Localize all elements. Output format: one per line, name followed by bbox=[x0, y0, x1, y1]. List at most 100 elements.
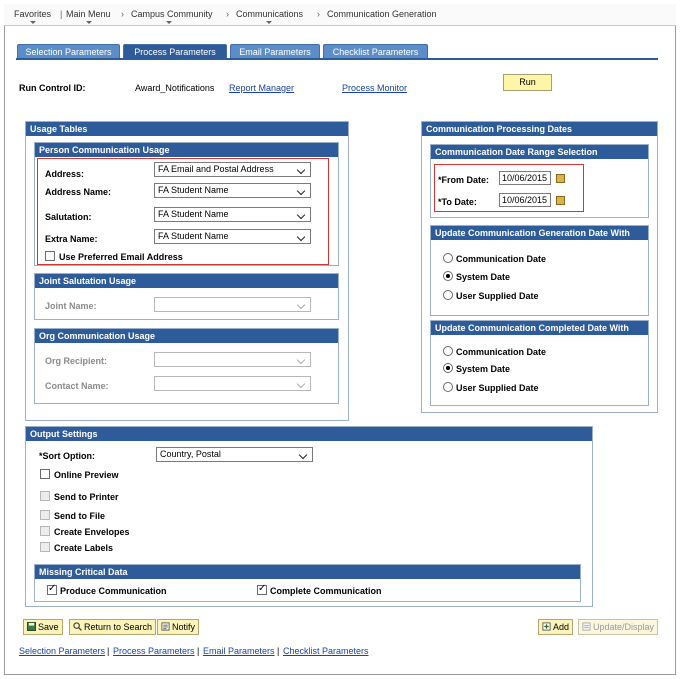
chevron-down-icon bbox=[86, 21, 92, 24]
report-manager-link[interactable]: Report Manager bbox=[229, 83, 294, 93]
crumb-favorites[interactable]: Favorites bbox=[14, 9, 51, 19]
sort-option-select[interactable]: Country, Postal bbox=[156, 447, 313, 462]
address-value: FA Email and Postal Address bbox=[158, 164, 274, 174]
tab-selection-parameters[interactable]: Selection Parameters bbox=[17, 44, 120, 59]
chevron-down-icon bbox=[266, 21, 272, 24]
generation-date-title: Update Communication Generation Date Wit… bbox=[431, 226, 648, 240]
send-to-file-label: Send to File bbox=[54, 511, 106, 521]
send-to-file-checkbox[interactable] bbox=[40, 510, 50, 520]
salutation-label: Salutation: bbox=[45, 212, 92, 222]
produce-communication-checkbox[interactable] bbox=[47, 583, 57, 595]
address-name-label: Address Name: bbox=[45, 187, 112, 197]
chevron-down-icon bbox=[298, 186, 307, 195]
add-button[interactable]: Add bbox=[538, 619, 574, 635]
to-date-input[interactable]: 10/06/2015 bbox=[499, 193, 551, 207]
notify-label: Notify bbox=[172, 622, 196, 632]
generation-system-date-radio[interactable] bbox=[443, 271, 453, 281]
generation-user-supplied-radio[interactable] bbox=[443, 290, 453, 300]
usage-tables-title: Usage Tables bbox=[26, 122, 348, 136]
chevron-down-icon bbox=[298, 379, 307, 388]
generation-date-group: Update Communication Generation Date Wit… bbox=[430, 225, 649, 316]
preferred-email-checkbox[interactable] bbox=[45, 251, 55, 261]
contact-name-select[interactable] bbox=[154, 376, 311, 391]
chevron-right-icon: › bbox=[121, 9, 124, 19]
create-envelopes-checkbox[interactable] bbox=[40, 526, 50, 536]
notify-icon bbox=[161, 622, 170, 631]
complete-communication-checkbox[interactable] bbox=[257, 583, 267, 595]
extra-name-label: Extra Name: bbox=[45, 234, 98, 244]
tab-underline bbox=[16, 58, 658, 60]
calendar-icon[interactable] bbox=[556, 196, 565, 205]
joint-salutation-title: Joint Salutation Usage bbox=[35, 274, 338, 288]
process-monitor-link[interactable]: Process Monitor bbox=[342, 83, 407, 93]
tab-email-parameters[interactable]: Email Parameters bbox=[230, 44, 320, 59]
create-envelopes-label: Create Envelopes bbox=[54, 527, 130, 537]
run-button[interactable]: Run bbox=[503, 74, 552, 91]
completed-date-group: Update Communication Completed Date With bbox=[430, 320, 649, 406]
online-preview-label: Online Preview bbox=[54, 470, 119, 480]
salutation-value: FA Student Name bbox=[158, 209, 229, 219]
crumb-main-menu[interactable]: Main Menu bbox=[66, 9, 111, 19]
return-to-search-label: Return to Search bbox=[84, 622, 153, 632]
save-label: Save bbox=[38, 622, 59, 632]
create-labels-label: Create Labels bbox=[54, 543, 114, 553]
update-display-icon bbox=[582, 622, 591, 631]
update-display-label: Update/Display bbox=[593, 622, 655, 632]
processing-dates-title: Communication Processing Dates bbox=[422, 122, 657, 136]
footer-separator: | bbox=[107, 646, 110, 656]
completed-communication-date-radio[interactable] bbox=[443, 346, 453, 356]
return-to-search-button[interactable]: Return to Search bbox=[69, 619, 157, 635]
produce-communication-label: Produce Communication bbox=[60, 586, 167, 596]
chevron-right-icon: › bbox=[317, 9, 320, 19]
to-date-label: *To Date: bbox=[438, 197, 477, 207]
crumb-communication-generation[interactable]: Communication Generation bbox=[327, 9, 437, 19]
complete-communication-label: Complete Communication bbox=[270, 586, 382, 596]
generation-option-label: System Date bbox=[456, 272, 511, 282]
from-date-label: *From Date: bbox=[438, 175, 490, 185]
chevron-down-icon bbox=[298, 165, 307, 174]
crumb-campus-community[interactable]: Campus Community bbox=[131, 9, 213, 19]
online-preview-checkbox[interactable] bbox=[40, 469, 50, 479]
footer-link-checklist-parameters[interactable]: Checklist Parameters bbox=[283, 646, 369, 656]
footer-link-process-parameters[interactable]: Process Parameters bbox=[113, 646, 195, 656]
missing-critical-title: Missing Critical Data bbox=[35, 565, 580, 579]
missing-critical-group: Missing Critical Data bbox=[34, 564, 581, 602]
generation-communication-date-radio[interactable] bbox=[443, 253, 453, 263]
salutation-select[interactable]: FA Student Name bbox=[154, 207, 311, 222]
chevron-down-icon bbox=[298, 300, 307, 309]
run-control-label: Run Control ID: bbox=[19, 83, 86, 93]
send-to-printer-checkbox[interactable] bbox=[40, 491, 50, 501]
save-button[interactable]: Save bbox=[23, 619, 63, 635]
address-select[interactable]: FA Email and Postal Address bbox=[154, 162, 311, 177]
sort-option-value: Country, Postal bbox=[160, 449, 221, 459]
calendar-icon[interactable] bbox=[556, 174, 565, 183]
notify-button[interactable]: Notify bbox=[157, 619, 200, 635]
extra-name-select[interactable]: FA Student Name bbox=[154, 229, 311, 244]
joint-name-select[interactable] bbox=[154, 297, 311, 312]
completed-option-label: Communication Date bbox=[456, 347, 547, 357]
tab-checklist-parameters[interactable]: Checklist Parameters bbox=[323, 44, 428, 59]
chevron-down-icon bbox=[300, 450, 309, 459]
crumb-communications[interactable]: Communications bbox=[236, 9, 303, 19]
org-recipient-select[interactable] bbox=[154, 352, 311, 367]
create-labels-checkbox[interactable] bbox=[40, 542, 50, 552]
completed-system-date-radio[interactable] bbox=[443, 363, 453, 373]
update-display-button[interactable]: Update/Display bbox=[578, 619, 659, 635]
address-name-select[interactable]: FA Student Name bbox=[154, 183, 311, 198]
contact-name-label: Contact Name: bbox=[45, 381, 109, 391]
footer-separator: | bbox=[197, 646, 200, 656]
footer-link-email-parameters[interactable]: Email Parameters bbox=[203, 646, 275, 656]
run-control-value: Award_Notifications bbox=[135, 83, 215, 93]
chevron-down-icon bbox=[298, 355, 307, 364]
footer-link-selection-parameters[interactable]: Selection Parameters bbox=[19, 646, 105, 656]
tab-process-parameters[interactable]: Process Parameters bbox=[123, 44, 227, 59]
generation-option-label: User Supplied Date bbox=[456, 291, 539, 301]
completed-user-supplied-radio[interactable] bbox=[443, 382, 453, 392]
send-to-printer-label: Send to Printer bbox=[54, 492, 119, 502]
from-date-input[interactable]: 10/06/2015 bbox=[499, 171, 551, 185]
breadcrumb: Favorites | Main Menu › Campus Community… bbox=[4, 4, 676, 26]
address-label: Address: bbox=[45, 169, 85, 179]
person-communication-title: Person Communication Usage bbox=[35, 143, 338, 157]
chevron-down-icon bbox=[298, 232, 307, 241]
date-range-title: Communication Date Range Selection bbox=[431, 145, 648, 159]
